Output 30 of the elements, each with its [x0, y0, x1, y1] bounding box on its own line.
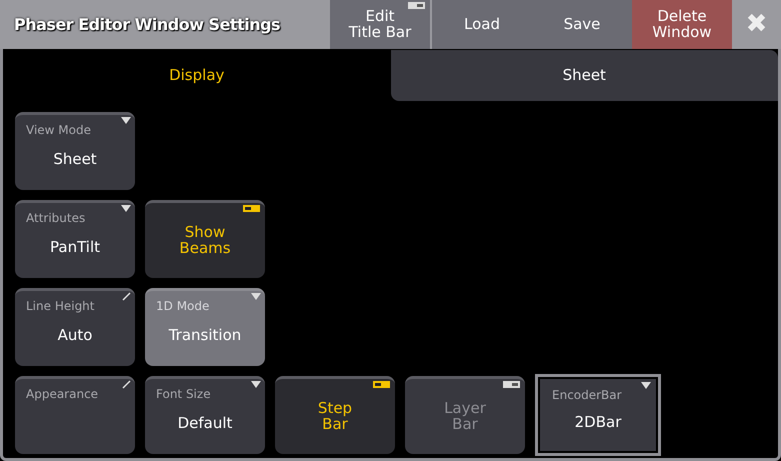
dropdown-triangle-icon — [251, 292, 261, 301]
setting-button[interactable]: Appearance — [15, 376, 135, 454]
dropdown-triangle-icon — [641, 381, 651, 390]
title-bar-button[interactable]: Load — [432, 0, 532, 49]
setting-label: Appearance — [26, 386, 98, 403]
toggle-button[interactable]: Step Bar — [275, 376, 395, 454]
setting-label: 1D Mode — [156, 298, 210, 315]
setting-button[interactable]: 1D Mode Transition — [145, 288, 265, 366]
setting-label: EncoderBar — [552, 387, 622, 404]
toggle-button[interactable]: Show Beams — [145, 200, 265, 278]
edit-title-bar-button[interactable]: Edit Title Bar — [330, 0, 430, 49]
setting-button[interactable]: Attributes PanTilt — [15, 200, 135, 278]
dropdown-triangle-icon — [121, 204, 131, 213]
window-title: Phaser Editor Window Settings — [13, 14, 282, 36]
tab[interactable]: Sheet — [390, 50, 778, 101]
setting-label: Attributes — [26, 210, 86, 227]
setting-label: Line Height — [26, 298, 94, 315]
setting-button[interactable]: EncoderBar 2DBar — [535, 374, 661, 456]
pencil-line-icon — [121, 292, 131, 301]
toggle-button[interactable]: Layer Bar — [405, 376, 525, 454]
delete-window-button[interactable]: Delete Window — [632, 0, 732, 49]
setting-button[interactable]: Line Height Auto — [15, 288, 135, 366]
setting-label: View Mode — [26, 122, 91, 139]
title-bar-button[interactable]: Save — [532, 0, 632, 49]
dropdown-triangle-icon — [251, 380, 261, 389]
setting-button[interactable]: View Mode Sheet — [15, 112, 135, 190]
dropdown-triangle-icon — [121, 116, 131, 125]
setting-button[interactable]: Font Size Default — [145, 376, 265, 454]
setting-label: Font Size — [156, 386, 211, 403]
pencil-line-icon — [121, 380, 131, 389]
